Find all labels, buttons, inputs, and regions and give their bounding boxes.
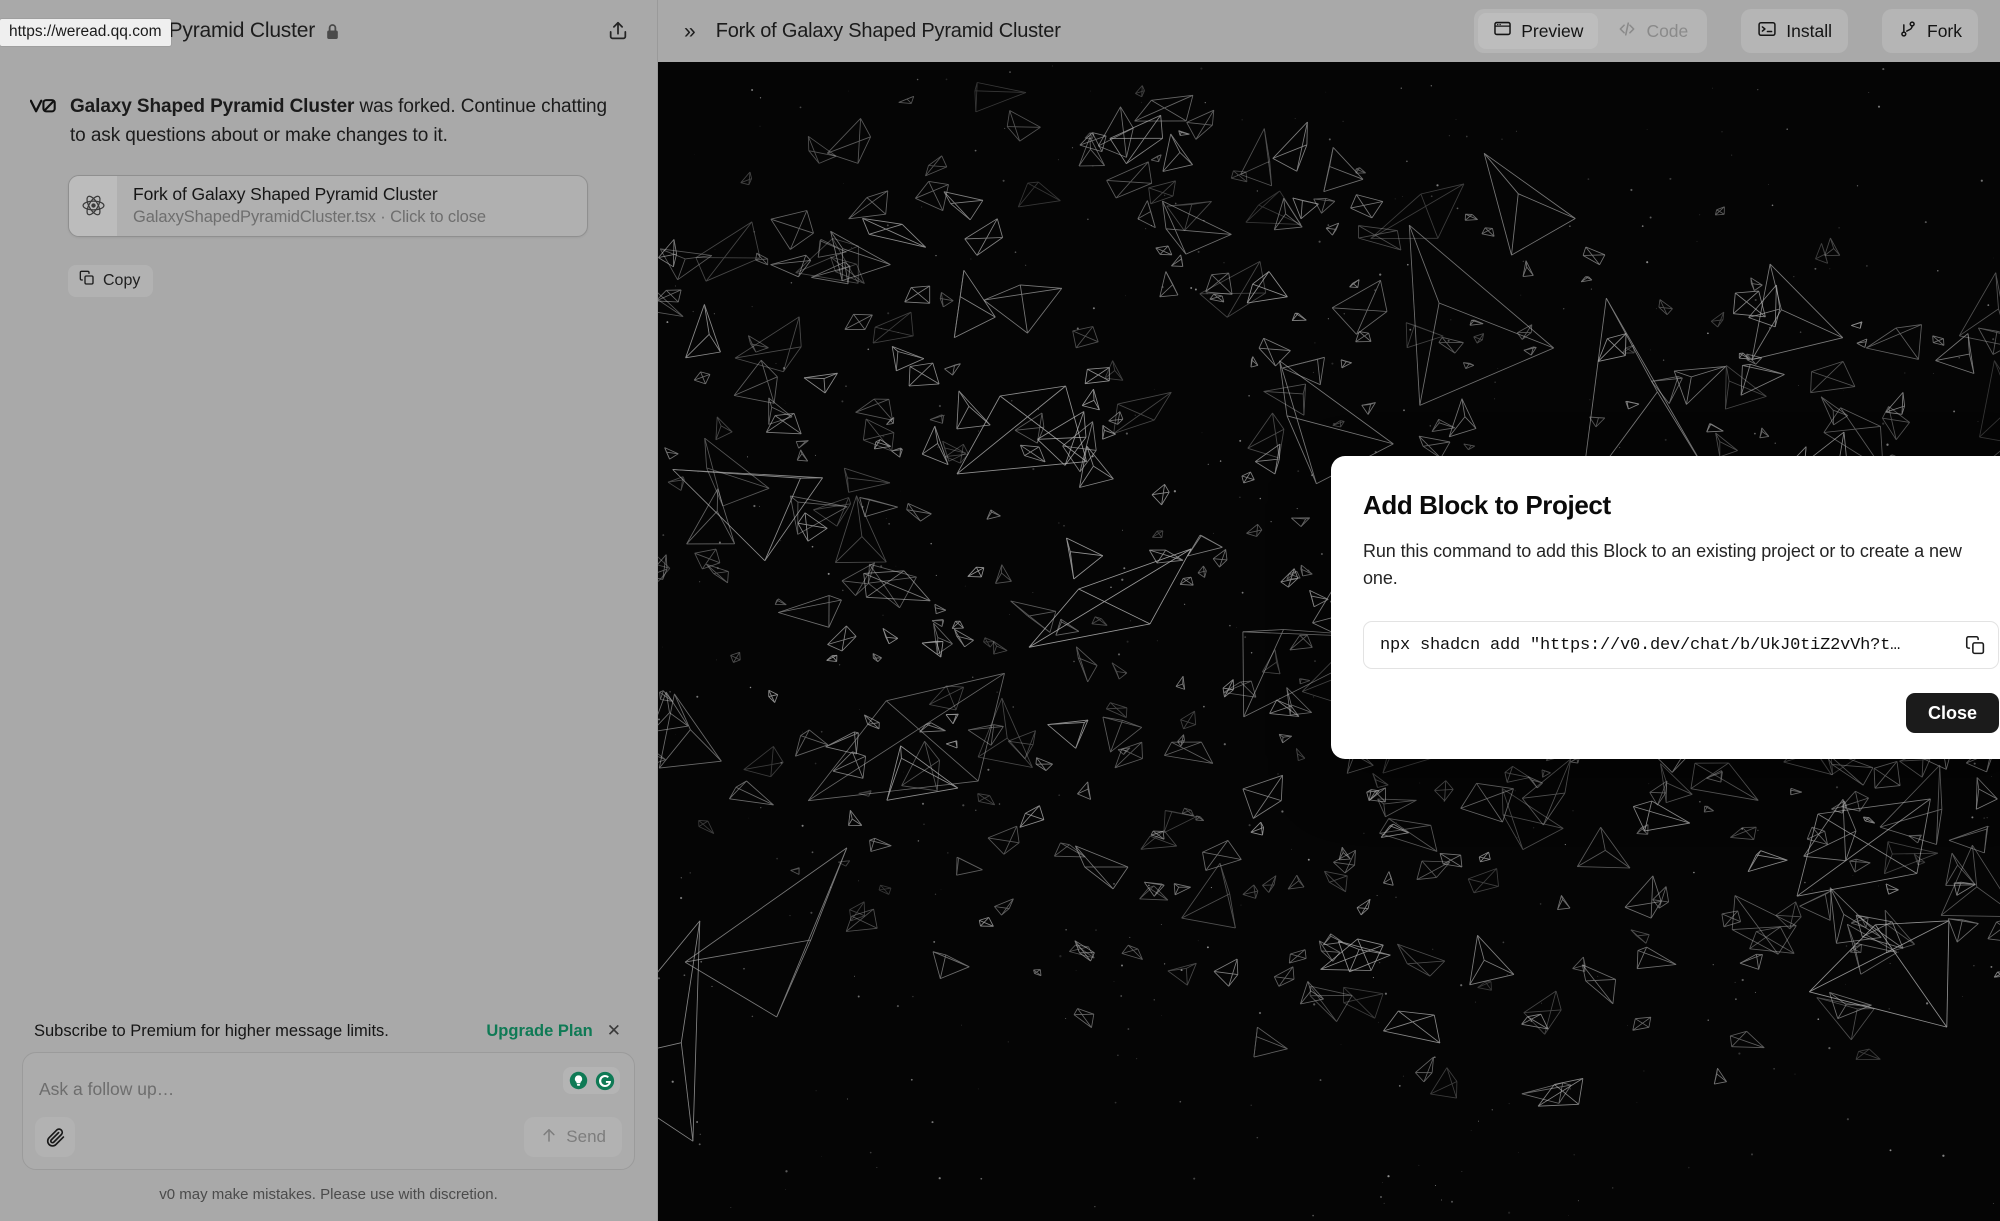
chevrons-right-icon[interactable]: » <box>684 21 696 42</box>
modal-footer: Close <box>1363 693 1999 733</box>
follow-up-input-placeholder[interactable]: Ask a follow up… <box>39 1079 174 1100</box>
composer-area: Subscribe to Premium for higher message … <box>0 1010 657 1221</box>
grammarly-extension-group[interactable] <box>563 1067 620 1094</box>
fork-button[interactable]: Fork <box>1882 9 1978 53</box>
tab-code[interactable]: Code <box>1602 13 1703 49</box>
arrow-up-icon <box>540 1126 558 1149</box>
modal-title: Add Block to Project <box>1363 490 1611 520</box>
premium-promo-text: Subscribe to Premium for higher message … <box>34 1021 389 1040</box>
grammarly-g-icon[interactable] <box>594 1070 615 1091</box>
premium-promo-bar: Subscribe to Premium for higher message … <box>22 1010 635 1052</box>
app-root: Galaxy Shaped Pyramid Cluster <box>0 0 2000 1221</box>
close-icon[interactable]: ✕ <box>603 1021 625 1041</box>
window-icon <box>1493 19 1512 43</box>
lock-icon <box>325 23 340 40</box>
terminal-icon <box>1757 19 1777 44</box>
preview-title: Fork of Galaxy Shaped Pyramid Cluster <box>715 19 1061 42</box>
code-brackets-icon <box>1617 19 1637 44</box>
assistant-message-bold: Galaxy Shaped Pyramid Cluster <box>70 96 355 117</box>
block-card-texts: Fork of Galaxy Shaped Pyramid Cluster Ga… <box>117 183 486 228</box>
install-button[interactable]: Install <box>1741 9 1848 53</box>
assistant-message: Galaxy Shaped Pyramid Cluster was forked… <box>29 92 627 151</box>
copy-button-label: Copy <box>103 271 141 289</box>
git-branch-icon <box>1898 19 1918 44</box>
upgrade-plan-link[interactable]: Upgrade Plan <box>486 1022 592 1041</box>
copy-command-button[interactable] <box>1965 635 1986 656</box>
copy-message-button[interactable]: Copy <box>68 264 154 297</box>
command-text: npx shadcn add "https://v0.dev/chat/b/Uk… <box>1380 635 1901 655</box>
send-button-label: Send <box>566 1127 606 1146</box>
fork-button-label: Fork <box>1927 20 1962 41</box>
browser-status-url: https://weread.qq.com <box>0 19 171 46</box>
install-button-label: Install <box>1786 20 1832 41</box>
tab-code-label: Code <box>1646 20 1689 41</box>
block-card-title: Fork of Galaxy Shaped Pyramid Cluster <box>133 184 438 205</box>
preview-pane: » Fork of Galaxy Shaped Pyramid Cluster … <box>658 0 2000 1221</box>
preview-header: » Fork of Galaxy Shaped Pyramid Cluster … <box>658 0 2000 62</box>
block-card-subtitle: GalaxyShapedPyramidCluster.tsx · Click t… <box>133 208 486 227</box>
share-button[interactable] <box>601 14 635 48</box>
view-mode-segmented-control: Preview Code <box>1474 9 1708 53</box>
chat-panel: Galaxy Shaped Pyramid Cluster <box>0 0 658 1221</box>
react-icon <box>69 175 117 236</box>
modal-description: Run this command to add this Block to an… <box>1363 541 1962 588</box>
command-field[interactable]: npx shadcn add "https://v0.dev/chat/b/Uk… <box>1363 621 1999 669</box>
composer-box[interactable]: Ask a follow up… Send <box>22 1052 635 1170</box>
close-button[interactable]: Close <box>1905 693 1999 733</box>
copy-icon <box>79 270 95 291</box>
attach-file-button[interactable] <box>35 1117 75 1157</box>
tab-preview[interactable]: Preview <box>1478 13 1599 49</box>
send-button[interactable]: Send <box>524 1117 622 1157</box>
disclaimer-text: v0 may make mistakes. Please use with di… <box>159 1186 498 1203</box>
v0-logo-icon <box>29 96 56 121</box>
tab-preview-label: Preview <box>1521 20 1584 41</box>
block-card[interactable]: Fork of Galaxy Shaped Pyramid Cluster Ga… <box>68 174 588 237</box>
lightbulb-icon[interactable] <box>568 1070 589 1091</box>
add-block-modal: Add Block to Project Run this command to… <box>1331 456 2000 759</box>
chat-message-list: Galaxy Shaped Pyramid Cluster was forked… <box>0 62 657 1010</box>
assistant-message-text: Galaxy Shaped Pyramid Cluster was forked… <box>70 92 627 151</box>
